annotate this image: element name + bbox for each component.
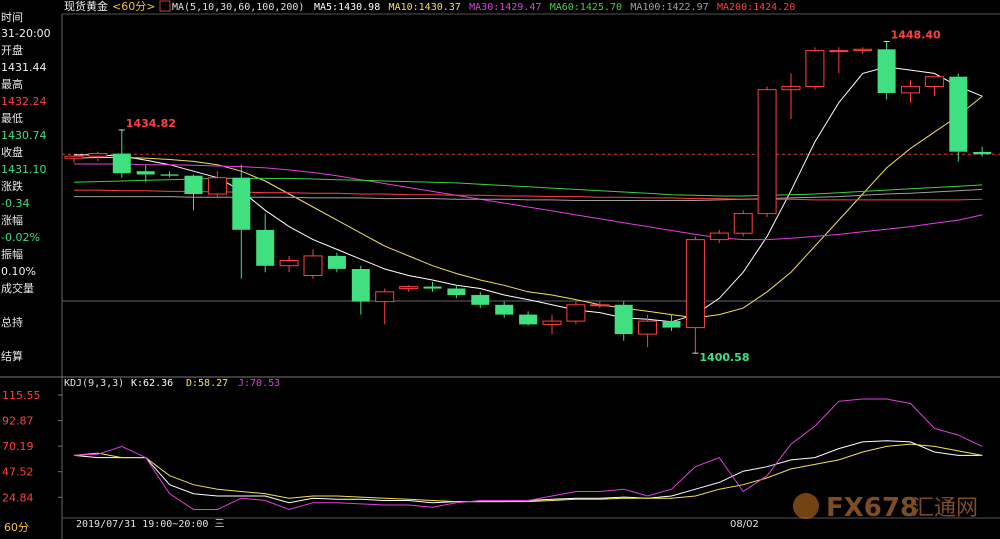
candle-body	[495, 304, 514, 315]
candle-body	[781, 85, 801, 91]
candle-body	[853, 48, 873, 52]
candle-body	[447, 288, 466, 295]
high-value: 1432.24	[1, 95, 47, 108]
pct-label: 涨幅	[1, 214, 23, 227]
time-label: 时间	[1, 11, 23, 24]
candle-body	[901, 85, 920, 94]
pos-label: 总持	[1, 316, 23, 329]
kdj-j-value: J:70.53	[238, 378, 280, 389]
ma-value-3: MA60:1425.70	[550, 2, 622, 13]
candle-body	[184, 175, 203, 194]
candle-body	[471, 295, 490, 305]
kdj-params: KDJ(9,3,3)	[64, 378, 124, 389]
close-value: 1431.10	[1, 163, 47, 176]
candle-body	[542, 320, 562, 325]
candle-body	[232, 177, 251, 230]
candle-body	[877, 49, 896, 93]
candle-body	[327, 255, 346, 269]
candle-body	[566, 304, 586, 322]
ma-header: 现货黄金 <60分> MA(5,10,30,60,100,200) MA5:14…	[64, 0, 795, 13]
candle-body	[399, 286, 419, 290]
low-label: 最低	[1, 112, 23, 125]
ma-value-0: MA5:1430.98	[314, 2, 380, 13]
amp-label: 振幅	[1, 248, 23, 261]
candle-body	[375, 291, 395, 303]
candle-body	[351, 269, 370, 302]
period-label[interactable]: <60分>	[112, 0, 155, 13]
instrument-name: 现货黄金	[64, 0, 108, 13]
price-annotation: 1448.40	[891, 28, 941, 41]
watermark-text: FX678	[826, 493, 918, 523]
candle-body	[829, 50, 849, 53]
candle-body	[256, 229, 275, 266]
candle-body	[519, 314, 538, 325]
kdj-k-value: K:62.36	[131, 378, 173, 389]
candle-body	[160, 174, 179, 176]
change-value: -0.34	[1, 197, 30, 210]
amp-value: 0.10%	[1, 265, 36, 278]
time-value: 31-20:00	[1, 27, 51, 40]
candle-body	[638, 320, 658, 335]
candle-body	[733, 213, 753, 234]
kdj-header: KDJ(9,3,3) K:62.36 D:58.27 J:70.53	[64, 378, 280, 389]
ma-params: MA(5,10,30,60,100,200)	[172, 2, 304, 13]
candle-body	[88, 153, 108, 157]
chart-canvas: 现货黄金 <60分> MA(5,10,30,60,100,200) MA5:14…	[0, 0, 1000, 539]
ma-value-1: MA10:1430.37	[389, 2, 461, 13]
ma-value-2: MA30:1429.47	[469, 2, 541, 13]
price-annotation: 1400.58	[699, 351, 749, 364]
candle-body	[973, 152, 992, 155]
candle-body	[757, 89, 777, 215]
candle-body	[279, 260, 299, 267]
candle-body	[949, 76, 968, 152]
price-annotation: 1434.82	[126, 117, 176, 130]
candle-body	[112, 153, 131, 174]
ma-value-5: MA200:1424.20	[717, 2, 795, 13]
candle-body	[709, 232, 729, 241]
candle-body	[805, 50, 825, 87]
change-label: 涨跌	[1, 180, 23, 193]
vol-label: 成交量	[1, 282, 34, 295]
candle-body	[685, 239, 705, 329]
candle-body	[662, 321, 681, 328]
cursor-time: 2019/07/31 19:00~20:00 三	[76, 519, 224, 530]
close-label: 收盘	[1, 146, 23, 159]
candle-body	[303, 255, 323, 276]
quote-side-panel: 时间 31-20:00 开盘 1431.44 最高 1432.24 最低 143…	[0, 0, 62, 539]
candle-body	[423, 286, 442, 289]
date-label: 08/02	[730, 519, 759, 530]
candle-body	[64, 155, 84, 159]
candle-body	[136, 171, 155, 175]
candle-body	[924, 76, 944, 87]
low-value: 1430.74	[1, 129, 47, 142]
kdj-d-value: D:58.27	[186, 378, 228, 389]
watermark-text-cn: 汇通网	[912, 496, 978, 521]
high-label: 最高	[1, 78, 23, 91]
candle-body	[207, 177, 227, 195]
candle-body	[614, 304, 633, 335]
open-value: 1431.44	[1, 61, 47, 74]
pct-value: -0.02%	[1, 231, 40, 244]
open-label: 开盘	[1, 44, 23, 57]
candle-body	[590, 304, 610, 307]
settle-label: 结算	[1, 350, 23, 363]
period-tab-60[interactable]: 60分	[4, 519, 29, 535]
ma-value-4: MA100:1422.97	[630, 2, 708, 13]
